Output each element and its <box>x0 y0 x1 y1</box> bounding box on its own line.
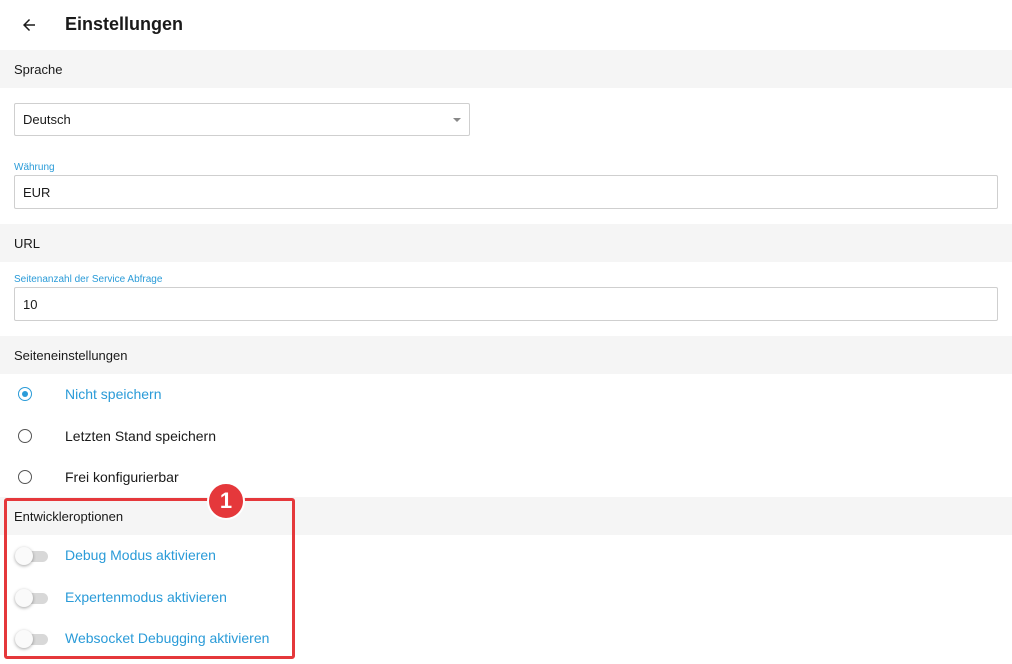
section-header-page-settings: Seiteneinstellungen <box>0 336 1012 374</box>
currency-field-label: Währung <box>14 162 55 173</box>
radio-option-nicht-speichern[interactable]: Nicht speichern <box>0 374 1012 414</box>
app-bar: Einstellungen <box>0 0 1012 50</box>
section-header-url: URL <box>0 224 1012 262</box>
radio-option-letzten-stand-speichern[interactable]: Letzten Stand speichern <box>0 416 1012 456</box>
currency-field-value: EUR <box>23 184 51 200</box>
radio-button[interactable] <box>18 470 32 484</box>
radio-button[interactable] <box>18 429 32 443</box>
page-title: Einstellungen <box>65 14 184 34</box>
radio-button[interactable] <box>18 387 32 401</box>
service-pages-field-value: 10 <box>23 296 38 312</box>
language-select-value: Deutsch <box>23 112 71 127</box>
settings-page: Einstellungen Sprache Deutsch Währung EU… <box>0 0 1012 664</box>
toggle-label: Expertenmodus aktivieren <box>65 589 227 605</box>
radio-label: Nicht speichern <box>65 386 162 402</box>
back-button[interactable] <box>16 12 42 38</box>
service-pages-field-label: Seitenanzahl der Service Abfrage <box>14 274 163 285</box>
toggle-label: Websocket Debugging aktivieren <box>65 630 270 646</box>
toggle-row-expert-mode[interactable]: Expertenmodus aktivieren <box>0 578 1012 618</box>
toggle-label: Debug Modus aktivieren <box>65 547 216 563</box>
service-pages-field[interactable]: 10 <box>14 287 998 321</box>
annotation-badge: 1 <box>207 482 245 520</box>
toggle-row-websocket-debugging[interactable]: Websocket Debugging aktivieren <box>0 619 1012 659</box>
toggle-knob[interactable] <box>15 547 33 565</box>
toggle-knob[interactable] <box>15 589 33 607</box>
section-header-language: Sprache <box>0 50 1012 88</box>
radio-option-frei-konfigurierbar[interactable]: Frei konfigurierbar <box>0 457 1012 497</box>
radio-label: Letzten Stand speichern <box>65 428 216 444</box>
arrow-left-icon <box>23 19 35 31</box>
toggle-knob[interactable] <box>15 630 33 648</box>
toggle-row-debug-mode[interactable]: Debug Modus aktivieren <box>0 536 1012 576</box>
dropdown-arrow-icon <box>453 118 461 122</box>
language-select[interactable]: Deutsch <box>14 103 470 136</box>
section-header-developer: Entwickleroptionen <box>0 497 1012 535</box>
radio-label: Frei konfigurierbar <box>65 469 179 485</box>
currency-field[interactable]: EUR <box>14 175 998 209</box>
